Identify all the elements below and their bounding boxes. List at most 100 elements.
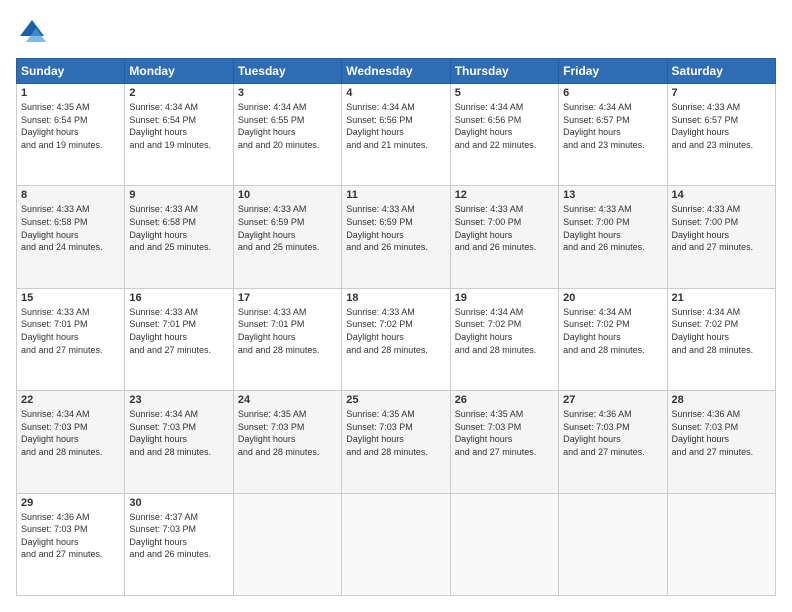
day-info: Sunrise: 4:34 AMSunset: 7:02 PMDaylight … [563,306,662,356]
day-info: Sunrise: 4:33 AMSunset: 6:59 PMDaylight … [238,203,337,253]
day-number: 6 [563,87,662,99]
calendar-cell: 6 Sunrise: 4:34 AMSunset: 6:57 PMDayligh… [559,84,667,186]
calendar-cell: 17 Sunrise: 4:33 AMSunset: 7:01 PMDaylig… [233,288,341,390]
calendar-cell: 20 Sunrise: 4:34 AMSunset: 7:02 PMDaylig… [559,288,667,390]
day-number: 15 [21,292,120,304]
calendar-cell: 27 Sunrise: 4:36 AMSunset: 7:03 PMDaylig… [559,391,667,493]
header-day-wednesday: Wednesday [342,59,450,84]
day-info: Sunrise: 4:33 AMSunset: 7:01 PMDaylight … [238,306,337,356]
day-number: 11 [346,189,445,201]
calendar-cell: 15 Sunrise: 4:33 AMSunset: 7:01 PMDaylig… [17,288,125,390]
day-info: Sunrise: 4:35 AMSunset: 7:03 PMDaylight … [238,408,337,458]
calendar-cell [667,493,775,595]
day-number: 13 [563,189,662,201]
calendar-cell: 7 Sunrise: 4:33 AMSunset: 6:57 PMDayligh… [667,84,775,186]
day-info: Sunrise: 4:34 AMSunset: 6:56 PMDaylight … [346,101,445,151]
day-info: Sunrise: 4:33 AMSunset: 7:00 PMDaylight … [563,203,662,253]
calendar-week-3: 15 Sunrise: 4:33 AMSunset: 7:01 PMDaylig… [17,288,776,390]
calendar-cell: 1 Sunrise: 4:35 AMSunset: 6:54 PMDayligh… [17,84,125,186]
day-info: Sunrise: 4:33 AMSunset: 7:02 PMDaylight … [346,306,445,356]
day-info: Sunrise: 4:36 AMSunset: 7:03 PMDaylight … [563,408,662,458]
day-number: 21 [672,292,771,304]
day-info: Sunrise: 4:33 AMSunset: 6:57 PMDaylight … [672,101,771,151]
day-info: Sunrise: 4:34 AMSunset: 7:02 PMDaylight … [672,306,771,356]
day-number: 25 [346,394,445,406]
day-info: Sunrise: 4:35 AMSunset: 6:54 PMDaylight … [21,101,120,151]
day-number: 4 [346,87,445,99]
header [16,16,776,48]
day-info: Sunrise: 4:35 AMSunset: 7:03 PMDaylight … [455,408,554,458]
day-number: 18 [346,292,445,304]
calendar-cell: 14 Sunrise: 4:33 AMSunset: 7:00 PMDaylig… [667,186,775,288]
calendar-cell: 13 Sunrise: 4:33 AMSunset: 7:00 PMDaylig… [559,186,667,288]
calendar-cell: 4 Sunrise: 4:34 AMSunset: 6:56 PMDayligh… [342,84,450,186]
calendar-cell: 12 Sunrise: 4:33 AMSunset: 7:00 PMDaylig… [450,186,558,288]
calendar-cell: 23 Sunrise: 4:34 AMSunset: 7:03 PMDaylig… [125,391,233,493]
calendar-cell: 30 Sunrise: 4:37 AMSunset: 7:03 PMDaylig… [125,493,233,595]
day-info: Sunrise: 4:36 AMSunset: 7:03 PMDaylight … [21,511,120,561]
day-info: Sunrise: 4:33 AMSunset: 6:58 PMDaylight … [129,203,228,253]
calendar-cell: 22 Sunrise: 4:34 AMSunset: 7:03 PMDaylig… [17,391,125,493]
header-day-friday: Friday [559,59,667,84]
day-number: 14 [672,189,771,201]
day-number: 27 [563,394,662,406]
calendar: SundayMondayTuesdayWednesdayThursdayFrid… [16,58,776,596]
calendar-cell: 3 Sunrise: 4:34 AMSunset: 6:55 PMDayligh… [233,84,341,186]
header-day-saturday: Saturday [667,59,775,84]
calendar-cell: 5 Sunrise: 4:34 AMSunset: 6:56 PMDayligh… [450,84,558,186]
day-info: Sunrise: 4:34 AMSunset: 6:55 PMDaylight … [238,101,337,151]
day-info: Sunrise: 4:36 AMSunset: 7:03 PMDaylight … [672,408,771,458]
calendar-cell: 16 Sunrise: 4:33 AMSunset: 7:01 PMDaylig… [125,288,233,390]
page: SundayMondayTuesdayWednesdayThursdayFrid… [0,0,792,612]
calendar-cell: 2 Sunrise: 4:34 AMSunset: 6:54 PMDayligh… [125,84,233,186]
day-number: 17 [238,292,337,304]
day-info: Sunrise: 4:33 AMSunset: 7:00 PMDaylight … [455,203,554,253]
day-info: Sunrise: 4:33 AMSunset: 7:00 PMDaylight … [672,203,771,253]
day-number: 19 [455,292,554,304]
day-number: 23 [129,394,228,406]
day-number: 20 [563,292,662,304]
calendar-cell: 26 Sunrise: 4:35 AMSunset: 7:03 PMDaylig… [450,391,558,493]
day-number: 30 [129,497,228,509]
day-number: 29 [21,497,120,509]
day-number: 28 [672,394,771,406]
header-day-tuesday: Tuesday [233,59,341,84]
day-info: Sunrise: 4:34 AMSunset: 7:02 PMDaylight … [455,306,554,356]
day-info: Sunrise: 4:33 AMSunset: 7:01 PMDaylight … [129,306,228,356]
day-info: Sunrise: 4:34 AMSunset: 6:57 PMDaylight … [563,101,662,151]
day-number: 9 [129,189,228,201]
day-number: 1 [21,87,120,99]
calendar-cell [450,493,558,595]
day-info: Sunrise: 4:33 AMSunset: 6:58 PMDaylight … [21,203,120,253]
calendar-cell: 28 Sunrise: 4:36 AMSunset: 7:03 PMDaylig… [667,391,775,493]
day-info: Sunrise: 4:34 AMSunset: 7:03 PMDaylight … [21,408,120,458]
calendar-week-2: 8 Sunrise: 4:33 AMSunset: 6:58 PMDayligh… [17,186,776,288]
day-info: Sunrise: 4:34 AMSunset: 7:03 PMDaylight … [129,408,228,458]
calendar-header-row: SundayMondayTuesdayWednesdayThursdayFrid… [17,59,776,84]
calendar-cell: 19 Sunrise: 4:34 AMSunset: 7:02 PMDaylig… [450,288,558,390]
day-info: Sunrise: 4:33 AMSunset: 7:01 PMDaylight … [21,306,120,356]
header-day-thursday: Thursday [450,59,558,84]
calendar-cell: 11 Sunrise: 4:33 AMSunset: 6:59 PMDaylig… [342,186,450,288]
day-number: 26 [455,394,554,406]
day-number: 22 [21,394,120,406]
logo-icon [16,16,48,48]
calendar-cell: 8 Sunrise: 4:33 AMSunset: 6:58 PMDayligh… [17,186,125,288]
calendar-cell: 25 Sunrise: 4:35 AMSunset: 7:03 PMDaylig… [342,391,450,493]
day-number: 24 [238,394,337,406]
calendar-cell: 21 Sunrise: 4:34 AMSunset: 7:02 PMDaylig… [667,288,775,390]
calendar-cell [342,493,450,595]
day-number: 3 [238,87,337,99]
header-day-monday: Monday [125,59,233,84]
calendar-cell: 29 Sunrise: 4:36 AMSunset: 7:03 PMDaylig… [17,493,125,595]
day-info: Sunrise: 4:37 AMSunset: 7:03 PMDaylight … [129,511,228,561]
header-day-sunday: Sunday [17,59,125,84]
day-number: 16 [129,292,228,304]
day-number: 8 [21,189,120,201]
day-info: Sunrise: 4:34 AMSunset: 6:54 PMDaylight … [129,101,228,151]
day-number: 10 [238,189,337,201]
day-info: Sunrise: 4:35 AMSunset: 7:03 PMDaylight … [346,408,445,458]
day-number: 12 [455,189,554,201]
calendar-cell: 24 Sunrise: 4:35 AMSunset: 7:03 PMDaylig… [233,391,341,493]
calendar-cell: 9 Sunrise: 4:33 AMSunset: 6:58 PMDayligh… [125,186,233,288]
